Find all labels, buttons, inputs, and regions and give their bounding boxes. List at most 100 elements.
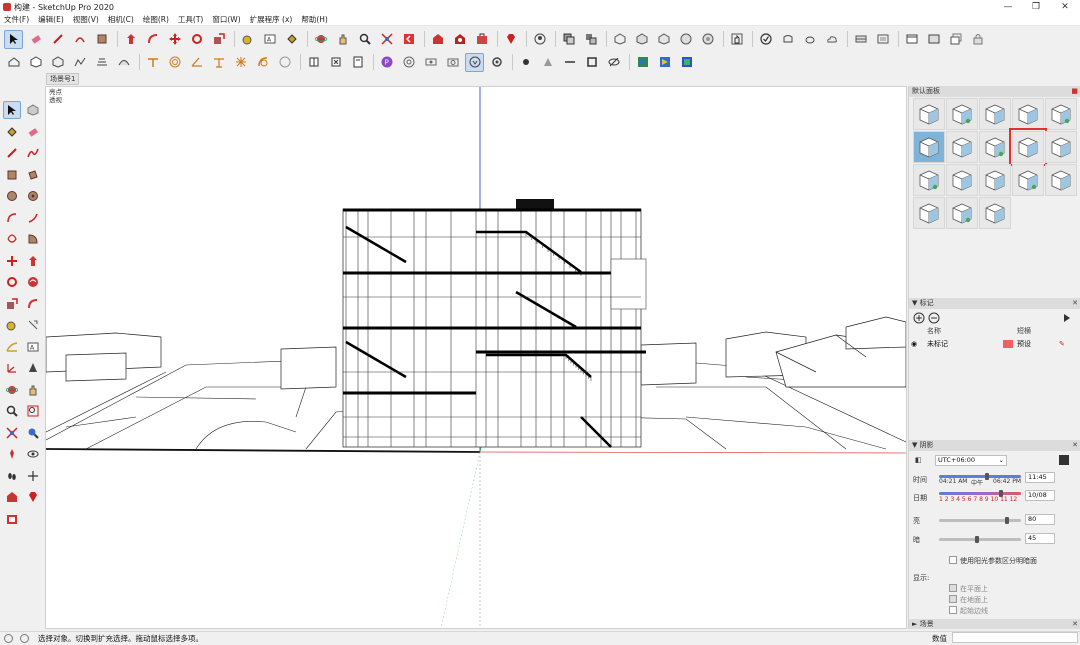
on-ground-checkbox[interactable] <box>949 595 957 603</box>
menu-edit[interactable]: 编辑(E) <box>38 14 64 25</box>
share-left-button[interactable] <box>3 510 21 528</box>
layout-button[interactable] <box>304 53 323 72</box>
menu-help[interactable]: 帮助(H) <box>301 14 328 25</box>
close-button[interactable]: ✕ <box>1050 0 1080 14</box>
protractor-button[interactable] <box>187 53 206 72</box>
style-thumbnail[interactable] <box>913 131 945 163</box>
check-validity-button[interactable] <box>756 30 775 49</box>
polygon-left-button[interactable] <box>24 187 42 205</box>
warehouse-2-button[interactable] <box>4 53 23 72</box>
move-left-button[interactable] <box>3 252 21 270</box>
timezone-select[interactable]: UTC+06:00 ⌄ <box>935 455 1007 466</box>
rotate-left-button[interactable] <box>3 273 21 291</box>
menu-draw[interactable]: 绘图(R) <box>143 14 169 25</box>
warehouse-button[interactable] <box>428 30 447 49</box>
position-camera-left-button[interactable] <box>3 445 21 463</box>
scenes-panel-header[interactable]: ► 场景 ✕ <box>909 619 1080 629</box>
orbit-button[interactable] <box>311 30 330 49</box>
pan-window-button[interactable] <box>727 30 746 49</box>
style-thumbnail[interactable] <box>979 131 1011 163</box>
edit-pencil-icon[interactable]: ✎ <box>1059 340 1065 348</box>
scene-tab[interactable]: 场景号1 <box>46 73 80 85</box>
scale-tool-button[interactable] <box>209 30 228 49</box>
paint-bucket-button[interactable] <box>282 30 301 49</box>
make-component-button[interactable] <box>581 30 600 49</box>
offset-left-button[interactable] <box>24 295 42 313</box>
style-thumbnail[interactable] <box>913 98 945 130</box>
arc-tool-button[interactable] <box>70 30 89 49</box>
text-tool-button[interactable]: A <box>260 30 279 49</box>
edge-display-button[interactable] <box>560 53 579 72</box>
rotated-rectangle-left-button[interactable] <box>24 166 42 184</box>
render-1-button[interactable] <box>633 53 652 72</box>
face-display-button[interactable] <box>582 53 601 72</box>
on-faces-checkbox[interactable] <box>949 584 957 592</box>
standard-view-top-button[interactable] <box>632 30 651 49</box>
tray-close-icon[interactable]: ■ <box>1071 86 1078 97</box>
section-display-button[interactable] <box>421 53 440 72</box>
smoove-button[interactable] <box>114 53 133 72</box>
menu-camera[interactable]: 相机(C) <box>108 14 134 25</box>
minimize-button[interactable]: — <box>993 0 1023 14</box>
sandbox-from-contours-button[interactable] <box>70 53 89 72</box>
tape-measure-button[interactable] <box>238 30 257 49</box>
three-point-arc-left-button[interactable] <box>3 230 21 248</box>
make-component-left-button[interactable] <box>24 101 42 119</box>
push-pull-button[interactable] <box>121 30 140 49</box>
style-thumbnail[interactable] <box>1012 164 1044 196</box>
text-left-button[interactable]: A <box>24 338 42 356</box>
dark-slider[interactable] <box>939 536 1021 543</box>
dark-field[interactable]: 45 <box>1025 533 1055 544</box>
light-slider[interactable] <box>939 517 1021 524</box>
orbit-left-button[interactable] <box>3 381 21 399</box>
select-tool-button[interactable] <box>4 29 23 49</box>
follow-me-button[interactable] <box>143 30 162 49</box>
scale-left-button[interactable] <box>3 295 21 313</box>
search-left-button[interactable] <box>24 424 42 442</box>
menu-file[interactable]: 文件(F) <box>4 14 29 25</box>
style-thumbnail[interactable] <box>979 98 1011 130</box>
display-mode-3-button[interactable] <box>946 30 965 49</box>
date-field[interactable]: 10/08 <box>1025 490 1055 501</box>
shadows-toggle-icon[interactable]: ◧ <box>915 456 922 464</box>
shape-tool-button[interactable] <box>92 30 111 49</box>
walk-left-button[interactable] <box>3 467 21 485</box>
style-thumbnail[interactable] <box>913 197 945 229</box>
rotate-tool-button[interactable] <box>187 30 206 49</box>
standard-view-back-button[interactable] <box>698 30 717 49</box>
style-thumbnail[interactable] <box>1045 164 1077 196</box>
zoom-window-left-button[interactable] <box>24 402 42 420</box>
time-slider-knob[interactable] <box>985 473 989 480</box>
move-tool-button[interactable] <box>165 30 184 49</box>
rectangle-left-button[interactable] <box>3 166 21 184</box>
light-slider-knob[interactable] <box>1005 517 1009 524</box>
two-point-arc-left-button[interactable] <box>24 209 42 227</box>
layout-2-button[interactable] <box>348 53 367 72</box>
make-group-button[interactable] <box>559 30 578 49</box>
select-button[interactable] <box>3 101 21 119</box>
lock-button[interactable] <box>968 30 987 49</box>
zoom-left-button[interactable] <box>3 402 21 420</box>
pie-left-button[interactable] <box>24 230 42 248</box>
section-plane-button[interactable] <box>851 30 870 49</box>
standard-view-right-button[interactable] <box>676 30 695 49</box>
style-builder-button[interactable] <box>326 53 345 72</box>
visibility-eye-icon[interactable]: ◉ <box>911 340 917 348</box>
tags-details-button[interactable] <box>1061 312 1073 326</box>
offset-tool-button[interactable] <box>165 53 184 72</box>
paint-left-button[interactable] <box>3 123 21 141</box>
camera-button[interactable] <box>443 53 462 72</box>
measurements-input[interactable] <box>952 632 1078 643</box>
line-left-button[interactable] <box>3 144 21 162</box>
zoom-extents-left-button[interactable] <box>3 424 21 442</box>
menu-tools[interactable]: 工具(T) <box>178 14 203 25</box>
display-mode-button[interactable] <box>902 30 921 49</box>
style-thumbnail[interactable] <box>1045 98 1077 130</box>
info-icon[interactable] <box>20 634 29 643</box>
follow-me-left-button[interactable] <box>24 273 42 291</box>
shadows-toggle-button[interactable] <box>516 53 535 72</box>
sandbox-scratch-button[interactable] <box>92 53 111 72</box>
extension-manager-button[interactable] <box>501 30 520 49</box>
render-3-button[interactable] <box>677 53 696 72</box>
solid-box-button[interactable] <box>26 53 45 72</box>
